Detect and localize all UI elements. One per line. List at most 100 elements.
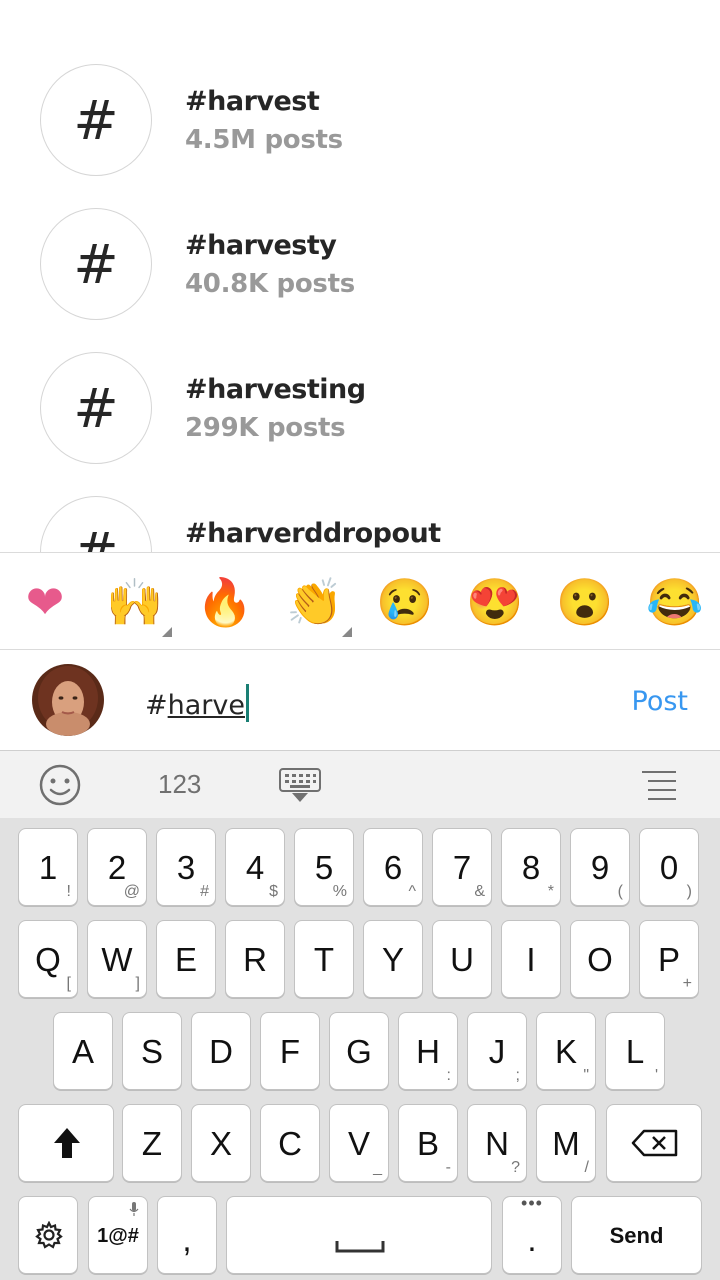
key-alt-label: & bbox=[474, 883, 485, 900]
smiley-icon[interactable] bbox=[38, 763, 82, 807]
variant-indicator bbox=[342, 627, 352, 637]
hashtag-suggestion-row[interactable]: # #harvest 4.5M posts bbox=[0, 0, 720, 176]
space-bar-icon bbox=[335, 1241, 385, 1253]
key-alt-label: ? bbox=[511, 1159, 520, 1176]
key-d[interactable]: D bbox=[191, 1012, 251, 1090]
hashtag-name: #harvest bbox=[185, 86, 320, 117]
key-label: L bbox=[625, 1033, 645, 1070]
key-m[interactable]: M / bbox=[536, 1104, 596, 1182]
key-h[interactable]: H: bbox=[398, 1012, 458, 1090]
heart-eyes-emoji-glyph: 😍 bbox=[466, 575, 524, 628]
key-p[interactable]: P + bbox=[639, 920, 699, 998]
key-7[interactable]: 7 & bbox=[432, 828, 492, 906]
key-f[interactable]: F bbox=[260, 1012, 320, 1090]
hashtag-suggestion-row[interactable]: # #harvesty 40.8K posts bbox=[0, 144, 720, 320]
period-key-label: . bbox=[527, 1221, 537, 1258]
key-label: O bbox=[587, 941, 613, 978]
key-label: D bbox=[209, 1033, 233, 1070]
keyboard-toolbar: 123 bbox=[0, 750, 720, 818]
key-label: 2 bbox=[107, 849, 127, 886]
key-label: 1 bbox=[38, 849, 58, 886]
key-a[interactable]: A bbox=[53, 1012, 113, 1090]
shift-key[interactable] bbox=[18, 1104, 114, 1182]
space-key[interactable] bbox=[226, 1196, 492, 1274]
sad-face-emoji[interactable]: 😢 bbox=[360, 553, 450, 651]
key-alt-label: ! bbox=[66, 883, 71, 900]
key-j[interactable]: J; bbox=[467, 1012, 527, 1090]
key-label: Q bbox=[35, 941, 61, 978]
menu-lines-icon[interactable] bbox=[640, 769, 678, 803]
key-alt-label: [ bbox=[66, 975, 71, 992]
key-v[interactable]: V _ bbox=[329, 1104, 389, 1182]
shift-arrow-icon bbox=[54, 1128, 80, 1158]
key-label: E bbox=[174, 941, 197, 978]
backspace-key[interactable] bbox=[606, 1104, 702, 1182]
key-alt-label: : bbox=[446, 1067, 451, 1084]
hashtag-suggestion-row[interactable]: # #harvesting 299K posts bbox=[0, 288, 720, 464]
key-8[interactable]: 8 * bbox=[501, 828, 561, 906]
send-key[interactable]: Send bbox=[571, 1196, 702, 1274]
sad-face-emoji-glyph: 😢 bbox=[376, 575, 434, 628]
key-label: 5 bbox=[314, 849, 334, 886]
key-g[interactable]: G bbox=[329, 1012, 389, 1090]
key-u[interactable]: U bbox=[432, 920, 492, 998]
key-l[interactable]: L ' bbox=[605, 1012, 665, 1090]
settings-key[interactable] bbox=[18, 1196, 78, 1274]
key-z[interactable]: Z bbox=[122, 1104, 182, 1182]
key-q[interactable]: Q[ bbox=[18, 920, 78, 998]
comment-hash: # bbox=[145, 690, 168, 721]
key-e[interactable]: E bbox=[156, 920, 216, 998]
hashtag-suggestion-row[interactable]: # #harverddropout bbox=[0, 432, 720, 552]
heart-emoji[interactable]: ❤ bbox=[0, 553, 90, 651]
key-label: 6 bbox=[383, 849, 403, 886]
key-w[interactable]: W] bbox=[87, 920, 147, 998]
key-alt-label: # bbox=[200, 883, 209, 900]
key-label: S bbox=[140, 1033, 163, 1070]
key-t[interactable]: T bbox=[294, 920, 354, 998]
key-label: R bbox=[243, 941, 267, 978]
key-r[interactable]: R bbox=[225, 920, 285, 998]
key-label: F bbox=[279, 1033, 301, 1070]
key-4[interactable]: 4 $ bbox=[225, 828, 285, 906]
key-x[interactable]: X bbox=[191, 1104, 251, 1182]
key-label: T bbox=[313, 941, 335, 978]
key-0[interactable]: 0) bbox=[639, 828, 699, 906]
key-6[interactable]: 6 ^ bbox=[363, 828, 423, 906]
key-k[interactable]: K " bbox=[536, 1012, 596, 1090]
comma-key[interactable]: , bbox=[157, 1196, 217, 1274]
hashtag-name: #harvesting bbox=[185, 374, 366, 405]
key-alt-label: ) bbox=[686, 883, 692, 900]
raising-hands-emoji-glyph: 🙌 bbox=[106, 575, 164, 628]
period-key[interactable]: . ••• bbox=[502, 1193, 562, 1274]
key-1[interactable]: 1! bbox=[18, 828, 78, 906]
key-label: J bbox=[488, 1033, 506, 1070]
key-y[interactable]: Y bbox=[363, 920, 423, 998]
backspace-icon bbox=[631, 1129, 678, 1157]
keyboard-hide-icon[interactable] bbox=[278, 767, 322, 805]
key-label: V bbox=[347, 1125, 370, 1162]
hashtag-name: #harvesty bbox=[185, 230, 337, 261]
key-3[interactable]: 3 # bbox=[156, 828, 216, 906]
laughing-face-emoji[interactable]: 😂 bbox=[630, 553, 720, 651]
key-label: Y bbox=[381, 941, 404, 978]
raising-hands-emoji[interactable]: 🙌 bbox=[90, 553, 180, 651]
heart-emoji-glyph: ❤ bbox=[25, 576, 65, 628]
key-b[interactable]: B- bbox=[398, 1104, 458, 1182]
surprised-face-emoji[interactable]: 😮 bbox=[540, 553, 630, 651]
clapping-hands-emoji[interactable]: 👏 bbox=[270, 553, 360, 651]
post-button[interactable]: Post bbox=[632, 686, 689, 717]
heart-eyes-emoji[interactable]: 😍 bbox=[450, 553, 540, 651]
key-o[interactable]: O bbox=[570, 920, 630, 998]
key-n[interactable]: N? bbox=[467, 1104, 527, 1182]
key-i[interactable]: I bbox=[501, 920, 561, 998]
key-c[interactable]: C bbox=[260, 1104, 320, 1182]
key-2[interactable]: 2 @ bbox=[87, 828, 147, 906]
key-5[interactable]: 5% bbox=[294, 828, 354, 906]
key-label: N bbox=[485, 1125, 509, 1162]
symbols-key[interactable]: 1@# bbox=[88, 1196, 148, 1274]
key-9[interactable]: 9( bbox=[570, 828, 630, 906]
comment-input[interactable]: #harve bbox=[145, 684, 249, 722]
key-s[interactable]: S bbox=[122, 1012, 182, 1090]
fire-emoji[interactable]: 🔥 bbox=[180, 553, 270, 651]
numbers-switch[interactable]: 123 bbox=[158, 769, 201, 800]
